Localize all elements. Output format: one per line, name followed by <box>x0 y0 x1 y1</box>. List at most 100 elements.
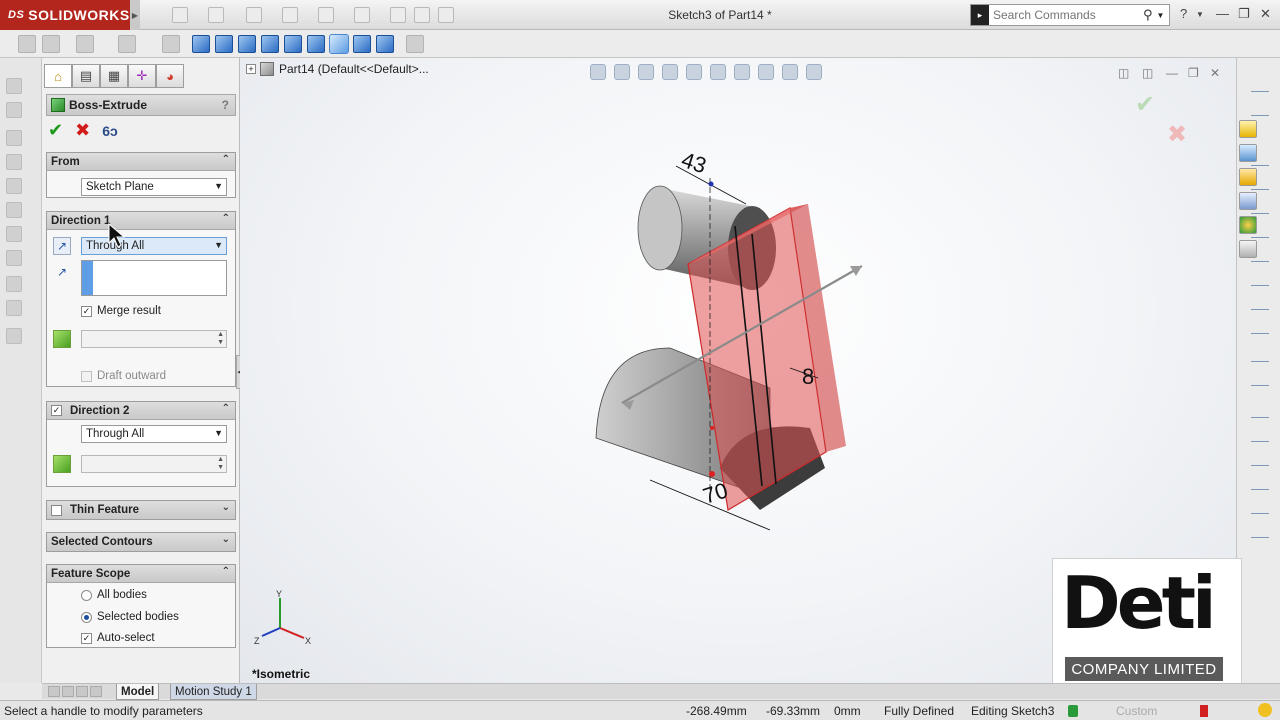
tab-display-manager[interactable]: ◕ <box>156 64 184 88</box>
view-back-icon[interactable] <box>215 35 233 53</box>
slot-tool-icon[interactable] <box>1251 176 1269 190</box>
view-top-icon[interactable] <box>284 35 302 53</box>
confirmation-cancel-icon[interactable]: ✖ <box>1167 120 1187 149</box>
new-document-icon[interactable] <box>172 7 188 23</box>
instant3d-icon[interactable] <box>6 328 22 344</box>
rectangle-tool-icon[interactable] <box>1251 152 1269 166</box>
ellipse-tool-icon[interactable] <box>1251 272 1269 286</box>
collapse-up-icon[interactable]: ⌃ <box>222 213 230 224</box>
viewport-close-icon[interactable]: ✕ <box>1210 66 1220 80</box>
measure-icon[interactable] <box>406 35 424 53</box>
apply-scene-icon[interactable] <box>782 64 798 80</box>
loft-boss-icon[interactable] <box>6 202 22 218</box>
view-bottom-icon[interactable] <box>307 35 325 53</box>
linear-sketch-pattern-icon[interactable] <box>1251 500 1269 514</box>
end-condition-select[interactable]: Through All ▼ <box>81 237 227 255</box>
chevron-down-icon[interactable]: ▼ <box>1157 11 1165 20</box>
circle-tool-icon[interactable] <box>1251 200 1269 214</box>
spin-arrows-icon[interactable]: ▲ ▼ <box>217 456 224 472</box>
rebuild-icon[interactable] <box>390 7 406 23</box>
collapse-up-icon[interactable]: ⌃ <box>222 403 230 414</box>
view-orientation-icon[interactable] <box>686 64 702 80</box>
feature-tree-flyout[interactable]: + Part14 (Default<<Default>... <box>246 62 429 76</box>
tab-feature-manager[interactable]: ⌂ <box>44 64 72 88</box>
text-tool-icon[interactable] <box>1251 372 1269 386</box>
sketch-icon[interactable] <box>6 78 22 94</box>
line-tool-icon[interactable] <box>1251 78 1269 92</box>
direction1-header[interactable]: Direction 1 ⌃ <box>47 212 235 230</box>
draft-outward-checkbox[interactable]: Draft outward <box>81 370 166 382</box>
from-header[interactable]: From ⌃ <box>47 153 235 171</box>
reference-geometry-icon[interactable] <box>6 276 22 292</box>
normal-to-icon[interactable] <box>162 35 180 53</box>
from-select[interactable]: Sketch Plane ▼ <box>81 178 227 196</box>
zoom-fit-icon[interactable] <box>18 35 36 53</box>
draft-on-off-icon[interactable] <box>53 330 71 348</box>
thin-feature-checkbox[interactable] <box>51 504 62 516</box>
options-icon[interactable] <box>438 7 454 23</box>
cancel-button[interactable]: ✖ <box>75 120 90 141</box>
solidworks-logo[interactable]: DS SOLIDWORKS <box>0 0 130 30</box>
zoom-area-icon[interactable] <box>42 35 60 53</box>
help-icon[interactable]: ? <box>1180 6 1187 21</box>
convert-entities-icon[interactable] <box>1251 428 1269 442</box>
all-bodies-radio[interactable]: All bodies <box>81 589 147 601</box>
revolve-boss-icon[interactable] <box>6 154 22 170</box>
sweep-boss-icon[interactable] <box>6 178 22 194</box>
select-icon[interactable] <box>354 7 370 23</box>
previous-view-icon[interactable] <box>638 64 654 80</box>
close-icon[interactable]: ✕ <box>1260 6 1271 22</box>
tab-model[interactable]: Model <box>116 684 160 700</box>
tab-motion-study[interactable]: Motion Study 1 <box>170 684 257 700</box>
spin-arrows-icon[interactable]: ▲ ▼ <box>217 331 224 347</box>
tile-vertical-icon[interactable]: ◫ <box>1142 66 1153 80</box>
dimension-43[interactable]: 43 <box>678 147 709 178</box>
tab-configuration-manager[interactable]: ▦ <box>100 64 128 88</box>
arc-tool-icon[interactable] <box>1251 224 1269 238</box>
search-input[interactable] <box>993 8 1141 22</box>
view-right-icon[interactable] <box>261 35 279 53</box>
zoom-to-area-icon[interactable] <box>614 64 630 80</box>
dimension-8[interactable]: 8 <box>802 364 814 389</box>
fillet-tool-icon[interactable] <box>1251 296 1269 310</box>
tips-icon[interactable] <box>1258 703 1272 717</box>
selected-contours-header[interactable]: Selected Contours ⌄ <box>47 533 235 551</box>
search-commands-box[interactable]: ▸ ⚲ ▼ <box>970 4 1170 26</box>
smart-dimension-icon[interactable] <box>6 102 22 118</box>
first-tab-icon[interactable] <box>48 686 60 697</box>
reverse-direction-icon[interactable]: ↗ <box>53 237 71 255</box>
viewport-minimize-icon[interactable]: — <box>1166 66 1178 80</box>
move-entities-icon[interactable] <box>1251 524 1269 538</box>
auto-select-checkbox[interactable]: ✓ Auto-select <box>81 632 155 644</box>
solidworks-resources-icon[interactable] <box>1239 120 1257 138</box>
search-icon[interactable]: ⚲ <box>1143 7 1153 23</box>
direction-vector-selection-box[interactable] <box>81 260 227 296</box>
selected-bodies-radio[interactable]: Selected bodies <box>81 611 179 623</box>
view-settings-icon[interactable] <box>806 64 822 80</box>
section-view-icon[interactable] <box>662 64 678 80</box>
help-dropdown-icon[interactable]: ▼ <box>1196 10 1204 19</box>
thin-feature-header[interactable]: Thin Feature ⌄ <box>47 501 235 519</box>
zoom-to-fit-icon[interactable] <box>590 64 606 80</box>
trim-tool-icon[interactable] <box>1251 404 1269 418</box>
collapse-up-icon[interactable]: ⌃ <box>222 154 230 165</box>
smart-tool-icon[interactable] <box>1251 102 1269 116</box>
mirror-entities-icon[interactable] <box>1251 476 1269 490</box>
quick-tips-icon[interactable] <box>1200 705 1208 717</box>
point-tool-icon[interactable] <box>1251 320 1269 334</box>
next-tab-icon[interactable] <box>76 686 88 697</box>
undo-icon[interactable] <box>318 7 334 23</box>
view-dimetric-icon[interactable] <box>376 35 394 53</box>
menu-expand-icon[interactable]: ▶ <box>130 0 140 30</box>
view-trimetric-icon[interactable] <box>353 35 371 53</box>
expand-icon[interactable]: + <box>246 64 256 74</box>
plane-tool-icon[interactable] <box>1251 348 1269 362</box>
file-properties-icon[interactable] <box>414 7 430 23</box>
tab-property-manager[interactable]: ▤ <box>72 64 100 88</box>
boundary-boss-icon[interactable] <box>6 226 22 242</box>
merge-result-checkbox[interactable]: ✓ Merge result <box>81 305 161 317</box>
view-left-icon[interactable] <box>238 35 256 53</box>
linear-pattern-icon[interactable] <box>6 250 22 266</box>
restore-icon[interactable]: ❐ <box>1238 6 1250 22</box>
save-icon[interactable] <box>246 7 262 23</box>
